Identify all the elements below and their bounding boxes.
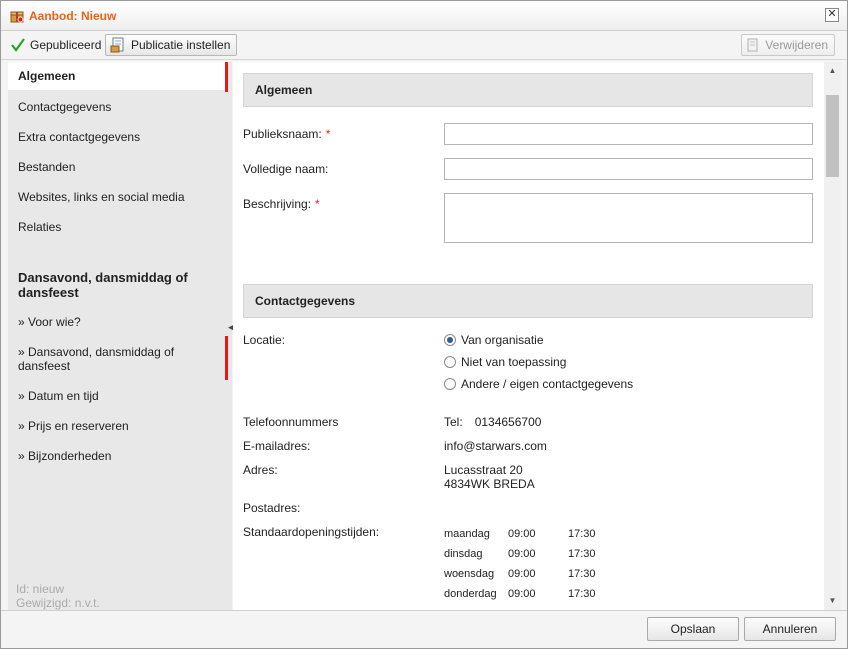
hours-day: dinsdag xyxy=(444,548,483,560)
close-button[interactable]: ✕ xyxy=(825,8,839,22)
email-label: E-mailadres: xyxy=(243,439,311,453)
section-title: Contactgegevens xyxy=(255,294,356,308)
locatie-option-andere[interactable]: Andere / eigen contactgegevens xyxy=(444,377,633,391)
radio-label: Van organisatie xyxy=(461,333,544,347)
hours-open: 09:00 xyxy=(508,548,536,560)
sidebar-item-relaties[interactable]: Relaties xyxy=(8,213,228,241)
sidebar-item-websites[interactable]: Websites, links en social media xyxy=(8,183,228,211)
sidebar-subitem-prijs-en-reserveren[interactable]: » Prijs en reserveren xyxy=(18,419,223,433)
record-modified: Gewijzigd: n.v.t. xyxy=(16,596,100,610)
vertical-scrollbar[interactable]: ▲ ▼ xyxy=(824,62,841,610)
section-header-algemeen: Algemeen xyxy=(243,73,813,107)
sidebar-item-contactgegevens[interactable]: Contactgegevens xyxy=(8,93,228,121)
hours-day: maandag xyxy=(444,528,490,540)
adres-line2: 4834WK BREDA xyxy=(444,477,535,491)
telefoon-value: Tel: 0134656700 xyxy=(444,415,541,429)
openingstijden-label: Standaardopeningstijden: xyxy=(243,525,380,539)
hours-close: 17:30 xyxy=(568,568,596,580)
close-icon: ✕ xyxy=(827,8,837,20)
active-indicator xyxy=(225,62,228,92)
postadres-label: Postadres: xyxy=(243,501,301,515)
telefoon-number: 0134656700 xyxy=(474,415,542,429)
sidebar-section-heading: Dansavond, dansmiddag of dansfeest xyxy=(18,270,188,300)
telefoon-prefix: Tel: xyxy=(444,415,463,429)
publicatie-instellen-button[interactable]: Publicatie instellen xyxy=(105,34,238,56)
label-text: Publieksnaam: xyxy=(243,127,322,141)
toolbar: Gepubliceerd Publicatie instellen Verwij… xyxy=(1,32,847,60)
email-value: info@starwars.com xyxy=(444,439,547,453)
hours-row: dinsdag 09:00 17:30 xyxy=(444,548,596,560)
sidebar-subitem-voor-wie[interactable]: » Voor wie? xyxy=(18,315,223,329)
title-bar: Aanbod: Nieuw ✕ xyxy=(1,1,847,31)
scroll-down-icon[interactable]: ▼ xyxy=(824,594,841,608)
adres-line1: Lucasstraat 20 xyxy=(444,463,523,477)
record-id: Id: nieuw xyxy=(16,582,65,596)
telefoon-label: Telefoonnummers xyxy=(243,415,339,429)
required-mark: * xyxy=(325,127,331,141)
checkmark-icon xyxy=(11,38,25,52)
package-icon xyxy=(9,8,25,24)
sidebar-item-algemeen[interactable]: Algemeen xyxy=(8,62,228,90)
save-button[interactable]: Opslaan xyxy=(647,617,739,641)
locatie-option-van-organisatie[interactable]: Van organisatie xyxy=(444,333,544,347)
radio-button xyxy=(444,378,456,390)
main-content: Algemeen Publieksnaam: * Volledige naam: … xyxy=(233,62,824,610)
sidebar-nav: Algemeen Contactgegevens Extra contactge… xyxy=(8,62,232,610)
required-mark: * xyxy=(315,197,320,211)
sidebar-subitem-datum-en-tijd[interactable]: » Datum en tijd xyxy=(18,389,223,403)
scroll-up-icon[interactable]: ▲ xyxy=(824,64,841,78)
radio-label: Andere / eigen contactgegevens xyxy=(461,377,634,391)
dialog-footer: Opslaan Annuleren xyxy=(1,610,847,648)
dialog-window: Aanbod: Nieuw ✕ Gepubliceerd Publicatie … xyxy=(0,0,848,649)
hours-row: woensdag 09:00 17:30 xyxy=(444,568,596,580)
sidebar-subitem-bijzonderheden[interactable]: » Bijzonderheden xyxy=(18,449,223,463)
delete-label: Verwijderen xyxy=(765,38,828,52)
radio-label: Niet van toepassing xyxy=(461,355,567,369)
radio-button xyxy=(444,334,456,346)
section-header-contactgegevens: Contactgegevens xyxy=(243,284,813,318)
section-indicator xyxy=(225,336,228,380)
sidebar-item-label: Contactgegevens xyxy=(18,100,112,114)
sidebar-item-label: Algemeen xyxy=(18,69,76,83)
volledige-naam-input[interactable] xyxy=(444,158,813,180)
beschrijving-textarea[interactable] xyxy=(444,193,813,243)
hours-day: donderdag xyxy=(444,588,497,600)
sidebar-item-label: Bestanden xyxy=(18,160,76,174)
sidebar-subitem-dansavond[interactable]: » Dansavond, dansmiddag of dansfeest xyxy=(18,345,223,373)
hours-close: 17:30 xyxy=(568,528,596,540)
hours-close: 17:30 xyxy=(568,588,596,600)
radio-button xyxy=(444,356,456,368)
sidebar-item-label: Relaties xyxy=(18,220,62,234)
hours-close: 17:30 xyxy=(568,548,596,560)
volledige-naam-label: Volledige naam: xyxy=(243,162,329,176)
delete-button[interactable]: Verwijderen xyxy=(741,34,835,56)
locatie-label: Locatie: xyxy=(243,333,286,347)
publieksnaam-label: Publieksnaam: * xyxy=(243,127,330,141)
publicatie-instellen-label: Publicatie instellen xyxy=(131,38,231,52)
sidebar-item-label: Websites, links en social media xyxy=(18,190,185,204)
dialog-title: Aanbod: Nieuw xyxy=(29,9,117,23)
sidebar-item-bestanden[interactable]: Bestanden xyxy=(8,153,228,181)
adres-label: Adres: xyxy=(243,463,278,477)
hours-open: 09:00 xyxy=(508,528,536,540)
label-text: Beschrijving: xyxy=(243,197,312,211)
hours-open: 09:00 xyxy=(508,568,536,580)
hours-day: woensdag xyxy=(444,568,495,580)
section-title: Algemeen xyxy=(255,83,313,97)
delete-document-icon xyxy=(746,38,760,52)
published-toggle[interactable]: Gepubliceerd xyxy=(11,34,105,56)
published-label: Gepubliceerd xyxy=(30,38,102,52)
sidebar-item-extra-contactgegevens[interactable]: Extra contactgegevens xyxy=(8,123,228,151)
scroll-thumb[interactable] xyxy=(826,95,839,177)
document-settings-icon xyxy=(110,37,126,53)
sidebar-item-label: Extra contactgegevens xyxy=(18,130,141,144)
cancel-button[interactable]: Annuleren xyxy=(744,617,836,641)
publieksnaam-input[interactable] xyxy=(444,123,813,145)
hours-row: donderdag 09:00 17:30 xyxy=(444,588,596,600)
hours-open: 09:00 xyxy=(508,588,536,600)
locatie-option-niet-van-toepassing[interactable]: Niet van toepassing xyxy=(444,355,566,369)
hours-row: maandag 09:00 17:30 xyxy=(444,528,596,540)
beschrijving-label: Beschrijving: * xyxy=(243,197,320,211)
